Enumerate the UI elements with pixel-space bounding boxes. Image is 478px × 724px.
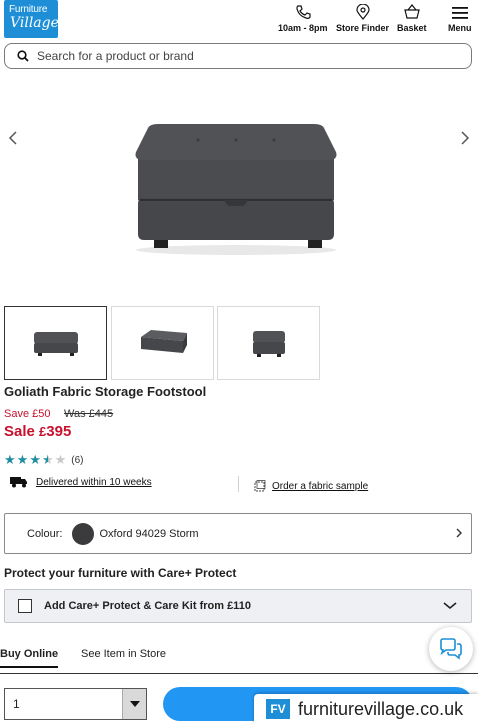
- basket-icon: [403, 4, 420, 19]
- fabric-sample-icon: [254, 480, 266, 492]
- star-full-icon: ★: [29, 452, 41, 467]
- phone-icon: [296, 5, 311, 19]
- site-url: furniturevillage.co.uk: [298, 698, 464, 719]
- thumbnail-image-angle: [140, 330, 187, 353]
- delivery-link[interactable]: Delivered within 10 weeks: [10, 476, 152, 488]
- thumbnail-image-side: [252, 331, 285, 357]
- hamburger-menu-icon: [451, 7, 468, 19]
- site-url-banner: FV furniturevillage.co.uk: [254, 694, 478, 724]
- carousel-previous-button[interactable]: [4, 128, 24, 148]
- care-protect-option[interactable]: Add Care+ Protect & Care Kit from £110: [4, 589, 472, 623]
- chevron-down-icon: [443, 602, 457, 610]
- caret-down-icon: [129, 701, 140, 707]
- menu-button[interactable]: Menu: [448, 4, 472, 33]
- basket-label: Basket: [397, 23, 427, 33]
- store-finder-link[interactable]: Store Finder: [336, 4, 389, 33]
- fv-logo: FV: [266, 699, 290, 719]
- sale-amount: 395: [46, 423, 72, 440]
- location-pin-icon: [355, 4, 370, 20]
- rating-stars[interactable]: ★★★★★ (6): [4, 451, 84, 469]
- star-row: ★★★★★: [4, 451, 67, 469]
- star-half-icon: ★: [41, 452, 54, 467]
- care-protect-checkbox[interactable]: [18, 599, 32, 613]
- product-title: Goliath Fabric Storage Footstool: [4, 384, 207, 399]
- star-full-icon: ★: [16, 452, 29, 467]
- tab-buy-online[interactable]: Buy Online: [0, 648, 59, 668]
- sale-label: Sale: [4, 423, 35, 440]
- search-icon[interactable]: [17, 50, 29, 62]
- colour-value: Oxford 94029 Storm: [99, 527, 199, 540]
- basket-link[interactable]: Basket: [397, 4, 427, 33]
- review-count: (6): [71, 454, 84, 466]
- quantity-dropdown-toggle[interactable]: [122, 689, 146, 719]
- store-finder-label: Store Finder: [336, 23, 390, 33]
- fabric-sample-link[interactable]: Order a fabric sample: [254, 480, 368, 492]
- chevron-left-icon: [8, 131, 17, 145]
- delivery-text: Delivered within 10 weeks: [36, 476, 152, 488]
- tab-see-item-in-store[interactable]: See Item in Store: [81, 648, 166, 666]
- chevron-right-icon: [456, 528, 462, 538]
- colour-swatch: [72, 522, 95, 545]
- star-empty-icon: ★: [54, 452, 67, 467]
- logo-line-1: Furniture: [9, 4, 48, 15]
- furniture-village-logo[interactable]: Furniture Village: [4, 0, 59, 38]
- fabric-sample-text: Order a fabric sample: [272, 480, 369, 492]
- logo-line-2: Village: [10, 15, 59, 31]
- chat-button[interactable]: [429, 627, 473, 671]
- search-input[interactable]: [37, 49, 437, 63]
- thumbnail-3[interactable]: [217, 306, 320, 380]
- carousel-next-button[interactable]: [454, 128, 474, 148]
- sale-price: Sale £395: [4, 423, 71, 440]
- thumbnail-2[interactable]: [111, 306, 214, 380]
- menu-label: Menu: [448, 23, 472, 33]
- star-full-icon: ★: [4, 452, 16, 467]
- purchase-tabs: Buy Online See Item in Store: [0, 646, 478, 674]
- chat-bubbles-icon: [440, 638, 462, 660]
- save-amount: Save £50: [4, 408, 51, 420]
- colour-selector[interactable]: Colour: Oxford 94029 Storm: [4, 513, 472, 554]
- was-price: Was £445: [64, 408, 114, 420]
- quantity-value: 1: [13, 697, 20, 711]
- divider: [238, 476, 239, 492]
- opening-hours-link[interactable]: 10am - 8pm: [278, 4, 328, 33]
- chevron-right-icon: [461, 131, 470, 145]
- colour-label: Colour:: [27, 527, 63, 540]
- product-main-image[interactable]: [128, 118, 344, 258]
- site-header: Furniture Village 10am - 8pm Store Finde…: [0, 0, 478, 42]
- opening-hours-label: 10am - 8pm: [278, 23, 328, 33]
- thumbnail-image-front: [33, 332, 78, 356]
- delivery-truck-icon: [10, 477, 27, 488]
- search-bar: [4, 43, 472, 69]
- care-protect-heading: Protect your furniture with Care+ Protec…: [4, 566, 237, 580]
- care-protect-label: Add Care+ Protect & Care Kit from £110: [44, 600, 251, 612]
- thumbnail-1[interactable]: [4, 306, 107, 380]
- quantity-select[interactable]: 1: [4, 688, 147, 720]
